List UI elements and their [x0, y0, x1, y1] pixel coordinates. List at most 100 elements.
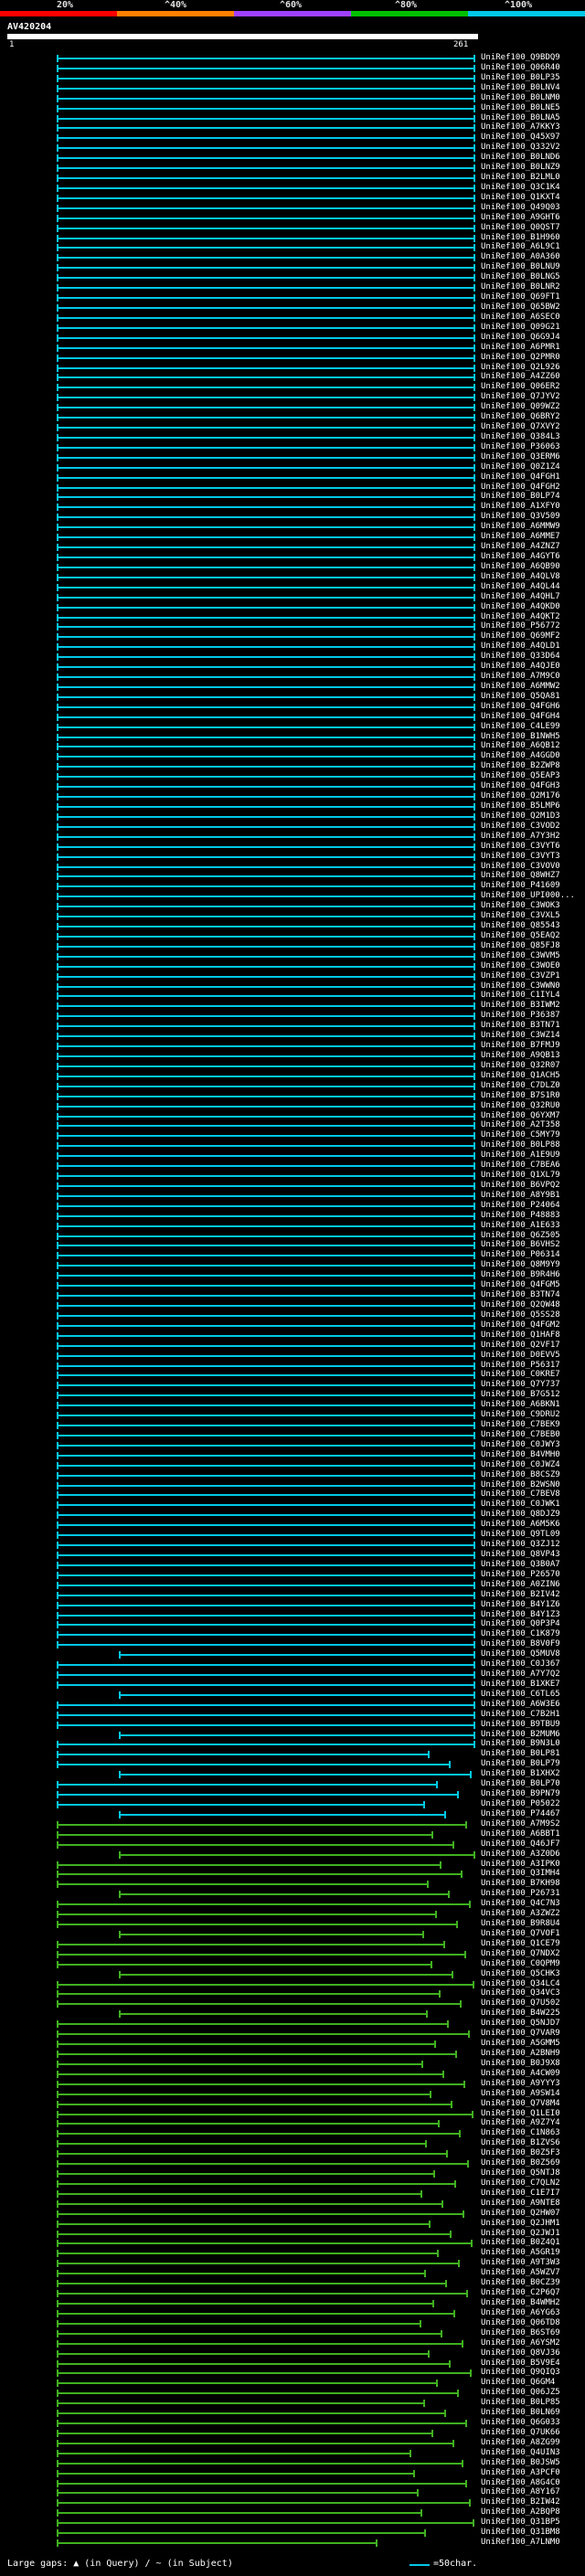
hit-name[interactable]: UniRef100_B2LML0 — [481, 173, 560, 182]
hit-row[interactable]: UniRef100_B0LND6 — [0, 153, 585, 163]
hit-row[interactable]: UniRef100_A7M9C0 — [0, 672, 585, 682]
hit-name[interactable]: UniRef100_Q2JWJ1 — [481, 2229, 560, 2238]
hit-name[interactable]: UniRef100_A3PCF0 — [481, 2468, 560, 2477]
hit-row[interactable]: UniRef100_B0LNV4 — [0, 83, 585, 92]
hit-name[interactable]: UniRef100_A4ZNZ7 — [481, 542, 560, 551]
hit-name[interactable]: UniRef100_Q3IMH4 — [481, 1869, 560, 1878]
hit-row[interactable]: UniRef100_A9GHT6 — [0, 213, 585, 222]
hit-name[interactable]: UniRef100_Q06JZ5 — [481, 2388, 560, 2397]
hit-name[interactable]: UniRef100_C3WVM5 — [481, 951, 560, 960]
hit-row[interactable]: UniRef100_Q31BP5 — [0, 2518, 585, 2528]
hit-name[interactable]: UniRef100_Q65BW2 — [481, 302, 560, 312]
hit-row[interactable]: UniRef100_Q4FGM5 — [0, 1280, 585, 1290]
hit-name[interactable]: UniRef100_C3VOV0 — [481, 862, 560, 871]
hit-row[interactable]: UniRef100_Q332V2 — [0, 143, 585, 153]
hit-row[interactable]: UniRef100_A3PCF0 — [0, 2468, 585, 2477]
hit-name[interactable]: UniRef100_Q5MUV8 — [481, 1649, 560, 1659]
hit-name[interactable]: UniRef100_B0J9X8 — [481, 2059, 560, 2068]
hit-row[interactable]: UniRef100_A9YYY3 — [0, 2079, 585, 2088]
hit-row[interactable]: UniRef100_C0JWY3 — [0, 1440, 585, 1449]
hit-name[interactable]: UniRef100_A1XFY0 — [481, 502, 560, 511]
hit-name[interactable]: UniRef100_A6MMW2 — [481, 682, 560, 691]
hit-name[interactable]: UniRef100_C7QLN2 — [481, 2178, 560, 2188]
hit-name[interactable]: UniRef100_C3VYT6 — [481, 842, 560, 851]
hit-name[interactable]: UniRef100_Q7VOF1 — [481, 1929, 560, 1938]
hit-name[interactable]: UniRef100_A6YSM2 — [481, 2338, 560, 2348]
hit-row[interactable]: UniRef100_A9Z7Y4 — [0, 2118, 585, 2128]
hit-row[interactable]: UniRef100_Q7NDX2 — [0, 1949, 585, 1958]
hit-name[interactable]: UniRef100_Q1HAF8 — [481, 1330, 560, 1340]
hit-row[interactable]: UniRef100_B1NWH5 — [0, 732, 585, 741]
hit-row[interactable]: UniRef100_C3WVM5 — [0, 951, 585, 960]
hit-name[interactable]: UniRef100_A4QLV8 — [481, 572, 560, 581]
hit-row[interactable]: UniRef100_B2WSN0 — [0, 1480, 585, 1489]
hit-name[interactable]: UniRef100_Q1LEI0 — [481, 2109, 560, 2118]
hit-row[interactable]: UniRef100_B1ZVS6 — [0, 2138, 585, 2148]
hit-name[interactable]: UniRef100_B0LNM0 — [481, 93, 560, 102]
hit-row[interactable]: UniRef100_B8V0F9 — [0, 1639, 585, 1649]
hit-name[interactable]: UniRef100_Q2M1D3 — [481, 811, 560, 821]
hit-row[interactable]: UniRef100_Q9BDQ9 — [0, 53, 585, 62]
hit-name[interactable]: UniRef100_B2WSN0 — [481, 1480, 560, 1489]
hit-name[interactable]: UniRef100_Q3ERM6 — [481, 452, 560, 461]
hit-row[interactable]: UniRef100_A1XFY0 — [0, 502, 585, 512]
hit-row[interactable]: UniRef100_A6MMW9 — [0, 522, 585, 532]
hit-row[interactable]: UniRef100_Q9TL09 — [0, 1530, 585, 1540]
hit-name[interactable]: UniRef100_Q85FJ8 — [481, 941, 560, 950]
hit-name[interactable]: UniRef100_C3WWN0 — [481, 981, 560, 991]
hit-name[interactable]: UniRef100_Q4UIN3 — [481, 2448, 560, 2457]
hit-name[interactable]: UniRef100_Q45X97 — [481, 133, 560, 142]
hit-row[interactable]: UniRef100_A7M9S2 — [0, 1819, 585, 1829]
hit-name[interactable]: UniRef100_Q34LC4 — [481, 1979, 560, 1988]
hit-row[interactable]: UniRef100_B6VPQ2 — [0, 1181, 585, 1190]
hit-name[interactable]: UniRef100_B1XKE7 — [481, 1680, 560, 1689]
hit-name[interactable]: UniRef100_Q6BRY2 — [481, 412, 560, 421]
hit-name[interactable]: UniRef100_B2MUM6 — [481, 1730, 560, 1739]
hit-name[interactable]: UniRef100_B0LP79 — [481, 1759, 560, 1768]
hit-name[interactable]: UniRef100_B8V0F9 — [481, 1639, 560, 1648]
hit-row[interactable]: UniRef100_Q7JYV2 — [0, 392, 585, 402]
hit-row[interactable]: UniRef100_A5GR19 — [0, 2248, 585, 2258]
hit-row[interactable]: UniRef100_Q4FGH2 — [0, 482, 585, 492]
hit-name[interactable]: UniRef100_B1H960 — [481, 233, 560, 242]
hit-name[interactable]: UniRef100_P36387 — [481, 1011, 560, 1020]
hit-row[interactable]: UniRef100_Q5MUV8 — [0, 1649, 585, 1659]
hit-name[interactable]: UniRef100_Q32R07 — [481, 1061, 560, 1070]
hit-row[interactable]: UniRef100_A6QB12 — [0, 741, 585, 751]
hit-name[interactable]: UniRef100_B7FMJ9 — [481, 1041, 560, 1050]
hit-name[interactable]: UniRef100_Q7NDX2 — [481, 1949, 560, 1958]
hit-name[interactable]: UniRef100_Q2L926 — [481, 363, 560, 372]
hit-row[interactable]: UniRef100_P24064 — [0, 1201, 585, 1210]
hit-name[interactable]: UniRef100_C0JWZ4 — [481, 1460, 560, 1469]
hit-row[interactable]: UniRef100_B0LP85 — [0, 2398, 585, 2408]
hit-row[interactable]: UniRef100_A7Y3H2 — [0, 832, 585, 841]
hit-row[interactable]: UniRef100_Q2JHM1 — [0, 2219, 585, 2228]
hit-row[interactable]: UniRef100_A9SW14 — [0, 2089, 585, 2098]
hit-name[interactable]: UniRef100_B4Y1Z6 — [481, 1600, 560, 1609]
hit-row[interactable]: UniRef100_A2BQP8 — [0, 2507, 585, 2518]
hit-row[interactable]: UniRef100_B2IV42 — [0, 1590, 585, 1599]
hit-row[interactable]: UniRef100_B7S1R0 — [0, 1091, 585, 1100]
hit-name[interactable]: UniRef100_C3WOK3 — [481, 901, 560, 910]
hit-row[interactable]: UniRef100_B9R4H6 — [0, 1270, 585, 1280]
hit-row[interactable]: UniRef100_C3VYT3 — [0, 852, 585, 861]
hit-name[interactable]: UniRef100_B2ZWP8 — [481, 761, 560, 770]
hit-row[interactable]: UniRef100_P41609 — [0, 881, 585, 891]
hit-row[interactable]: UniRef100_P74467 — [0, 1809, 585, 1818]
hit-name[interactable]: UniRef100_A6BKN1 — [481, 1400, 560, 1409]
hit-row[interactable]: UniRef100_Q06ER2 — [0, 382, 585, 392]
hit-name[interactable]: UniRef100_C0KRE7 — [481, 1370, 560, 1379]
hit-name[interactable]: UniRef100_Q5QA81 — [481, 692, 560, 701]
hit-row[interactable]: UniRef100_Q4FGH6 — [0, 702, 585, 711]
hit-name[interactable]: UniRef100_Q7Y737 — [481, 1380, 560, 1389]
hit-row[interactable]: UniRef100_B0LNA5 — [0, 113, 585, 122]
hit-row[interactable]: UniRef100_B2IW42 — [0, 2497, 585, 2507]
hit-row[interactable]: UniRef100_P36063 — [0, 442, 585, 451]
hit-name[interactable]: UniRef100_Q4FGH3 — [481, 781, 560, 790]
hit-row[interactable]: UniRef100_B5LMP6 — [0, 801, 585, 811]
hit-name[interactable]: UniRef100_A1E633 — [481, 1221, 560, 1230]
hit-name[interactable]: UniRef100_A6MME7 — [481, 532, 560, 541]
hit-row[interactable]: UniRef100_A7Y7Q2 — [0, 1670, 585, 1680]
hit-name[interactable]: UniRef100_A5GR19 — [481, 2248, 560, 2257]
hit-name[interactable]: UniRef100_A6M5K6 — [481, 1520, 560, 1529]
